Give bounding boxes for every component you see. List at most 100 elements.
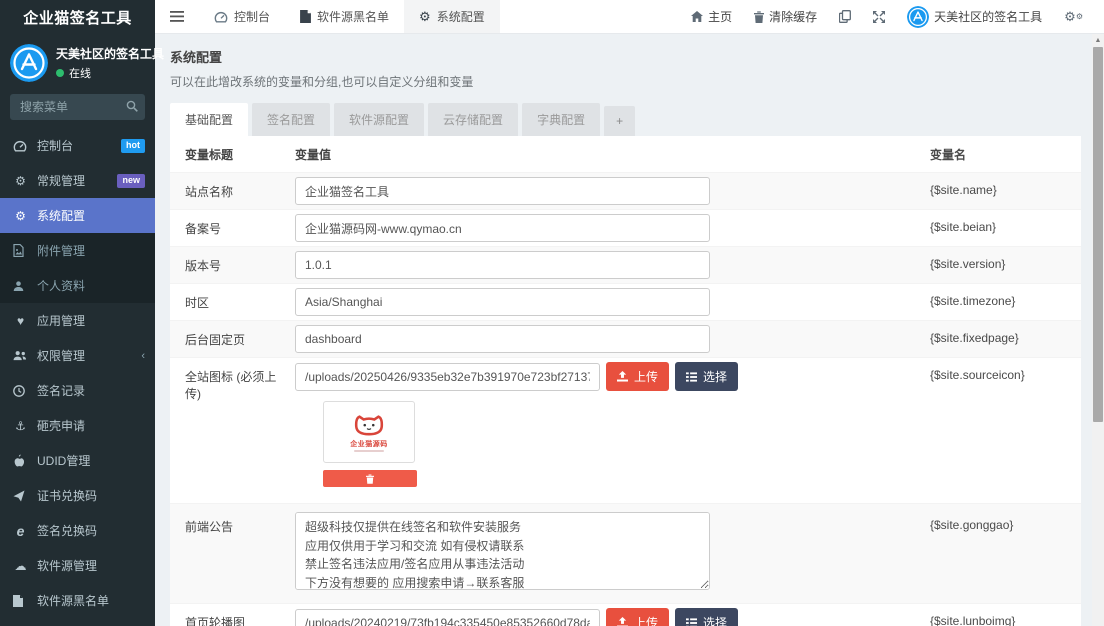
- varname: {$site.lunboimg}: [930, 604, 1081, 626]
- navbar-right: 主页 清除缓存 天美社区的签名工具 ⚙⚙: [680, 0, 1104, 33]
- varname: {$site.name}: [930, 173, 1081, 206]
- choose-button[interactable]: 选择: [675, 608, 738, 626]
- tab-sign-config[interactable]: 签名配置: [252, 103, 330, 136]
- sidebar-item-sign-records[interactable]: 签名记录: [0, 373, 155, 408]
- sidebar-menu: 控制台 hot ⚙ 常规管理 new ⚙ 系统配置 附件管理 个人资料 ♥ 应用…: [0, 128, 155, 618]
- sidebar-item-sign-codes[interactable]: e 签名兑换码: [0, 513, 155, 548]
- tab-add[interactable]: +: [604, 106, 635, 136]
- config-panel: 变量标题 变量值 变量名 站点名称 {$site.name} 备案号 {$sit…: [170, 136, 1081, 626]
- navtab-source-blacklist[interactable]: 软件源黑名单: [285, 0, 404, 33]
- delete-image-button[interactable]: [323, 470, 417, 487]
- hamburger-icon[interactable]: [155, 0, 199, 33]
- appstore-avatar: [10, 44, 48, 82]
- scroll-up-arrow-icon[interactable]: ▲: [1092, 34, 1104, 46]
- sidebar-item-general-mgmt[interactable]: ⚙ 常规管理 new: [0, 163, 155, 198]
- user-panel: 天美社区的签名工具 在线: [0, 34, 155, 90]
- sidebar-item-app-mgmt[interactable]: ♥ 应用管理: [0, 303, 155, 338]
- upload-icon: [617, 371, 628, 382]
- varname: {$site.fixedpage}: [930, 321, 1081, 354]
- table-row: 站点名称 {$site.name}: [170, 173, 1081, 210]
- sidebar: 企业猫签名工具 天美社区的签名工具 在线 控制台 hot ⚙ 常规管理 new …: [0, 0, 155, 626]
- sidebar-item-cert-codes[interactable]: 证书兑换码: [0, 478, 155, 513]
- sidebar-submenu: ⚙ 系统配置 附件管理 个人资料: [0, 198, 155, 303]
- gear-icon: ⚙: [13, 209, 28, 223]
- search-input[interactable]: [10, 94, 145, 120]
- main-content: 系统配置 可以在此增改系统的变量和分组,也可以自定义分组和变量 基础配置 签名配…: [155, 34, 1092, 626]
- sidebar-search: [10, 94, 145, 120]
- varname: {$site.beian}: [930, 210, 1081, 243]
- copy-button[interactable]: [828, 0, 862, 34]
- clear-cache-button[interactable]: 清除缓存: [743, 0, 828, 34]
- sourceicon-input[interactable]: [295, 363, 600, 391]
- upload-button[interactable]: 上传: [606, 362, 669, 391]
- page-title: 系统配置: [170, 47, 1081, 66]
- user-menu[interactable]: 天美社区的签名工具: [896, 0, 1053, 34]
- sidebar-item-source-mgmt[interactable]: ☁ 软件源管理: [0, 548, 155, 583]
- edge-icon: e: [13, 523, 28, 539]
- sidebar-item-system-config[interactable]: ⚙ 系统配置: [0, 198, 155, 233]
- fullscreen-button[interactable]: [862, 0, 896, 34]
- choose-button[interactable]: 选择: [675, 362, 738, 391]
- sidebar-item-profile[interactable]: 个人资料: [0, 268, 155, 303]
- file-icon: [300, 10, 311, 23]
- sidebar-item-udid-mgmt[interactable]: UDID管理: [0, 443, 155, 478]
- sidebar-item-shell-crack[interactable]: ⚓ 砸壳申请: [0, 408, 155, 443]
- varname: {$site.gonggao}: [930, 508, 1081, 541]
- col-header-varname: 变量名: [930, 136, 1081, 172]
- tab-cloud-storage-config[interactable]: 云存储配置: [428, 103, 518, 136]
- tab-dict-config[interactable]: 字典配置: [522, 103, 600, 136]
- tab-basic-config[interactable]: 基础配置: [170, 103, 248, 136]
- icon-preview: 企业猫源码: [323, 401, 930, 487]
- heart-icon: ♥: [13, 314, 28, 328]
- anchor-icon: ⚓: [13, 419, 28, 433]
- table-row: 后台固定页 {$site.fixedpage}: [170, 321, 1081, 358]
- tab-source-config[interactable]: 软件源配置: [334, 103, 424, 136]
- appstore-avatar: [907, 6, 929, 28]
- apple-icon: [13, 454, 28, 467]
- copy-icon: [839, 10, 851, 23]
- navtab-system-config[interactable]: ⚙ 系统配置: [404, 0, 500, 33]
- user-name: 天美社区的签名工具: [56, 45, 164, 62]
- sidebar-item-attachments[interactable]: 附件管理: [0, 233, 155, 268]
- new-badge: new: [117, 174, 145, 188]
- table-row: 首页轮播图 上传 选择 {$sit: [170, 604, 1081, 626]
- navbar-username: 天美社区的签名工具: [934, 8, 1042, 25]
- table-header-row: 变量标题 变量值 变量名: [170, 136, 1081, 173]
- trash-icon: [754, 11, 764, 23]
- search-icon[interactable]: [126, 100, 138, 112]
- cat-logo-preview[interactable]: 企业猫源码: [323, 401, 415, 463]
- varname: {$site.sourceicon}: [930, 358, 1081, 391]
- beian-input[interactable]: [295, 214, 710, 242]
- list-icon: [686, 372, 697, 382]
- lunboimg-input[interactable]: [295, 609, 600, 626]
- sidebar-item-permission-mgmt[interactable]: 权限管理 ‹: [0, 338, 155, 373]
- settings-button[interactable]: ⚙⚙: [1053, 0, 1094, 34]
- cogs-icon: ⚙: [13, 174, 28, 188]
- site-name-input[interactable]: [295, 177, 710, 205]
- config-tabs: 基础配置 签名配置 软件源配置 云存储配置 字典配置 +: [170, 103, 1081, 136]
- fixedpage-input[interactable]: [295, 325, 710, 353]
- home-icon: [691, 11, 703, 22]
- timezone-input[interactable]: [295, 288, 710, 316]
- file-image-icon: [13, 244, 28, 257]
- col-header-value: 变量值: [295, 136, 930, 172]
- trash-icon: [366, 474, 374, 484]
- table-row: 备案号 {$site.beian}: [170, 210, 1081, 247]
- sidebar-item-source-blacklist[interactable]: 软件源黑名单: [0, 583, 155, 618]
- upload-button[interactable]: 上传: [606, 608, 669, 626]
- hot-badge: hot: [121, 139, 145, 153]
- version-input[interactable]: [295, 251, 710, 279]
- navtab-dashboard[interactable]: 控制台: [199, 0, 285, 33]
- cloud-icon: ☁: [13, 559, 28, 573]
- paper-plane-icon: [13, 490, 28, 502]
- gear-icon: ⚙: [419, 9, 431, 25]
- vertical-scrollbar[interactable]: ▲: [1092, 34, 1104, 626]
- varname: {$site.timezone}: [930, 284, 1081, 317]
- gonggao-textarea[interactable]: 超级科技仅提供在线签名和软件安装服务 应用仅供用于学习和交流 如有侵权请联系 禁…: [295, 512, 710, 590]
- table-row: 时区 {$site.timezone}: [170, 284, 1081, 321]
- scrollbar-thumb[interactable]: [1093, 47, 1103, 422]
- sidebar-item-dashboard[interactable]: 控制台 hot: [0, 128, 155, 163]
- file-icon: [13, 595, 28, 607]
- varname: {$site.version}: [930, 247, 1081, 280]
- home-button[interactable]: 主页: [680, 0, 743, 34]
